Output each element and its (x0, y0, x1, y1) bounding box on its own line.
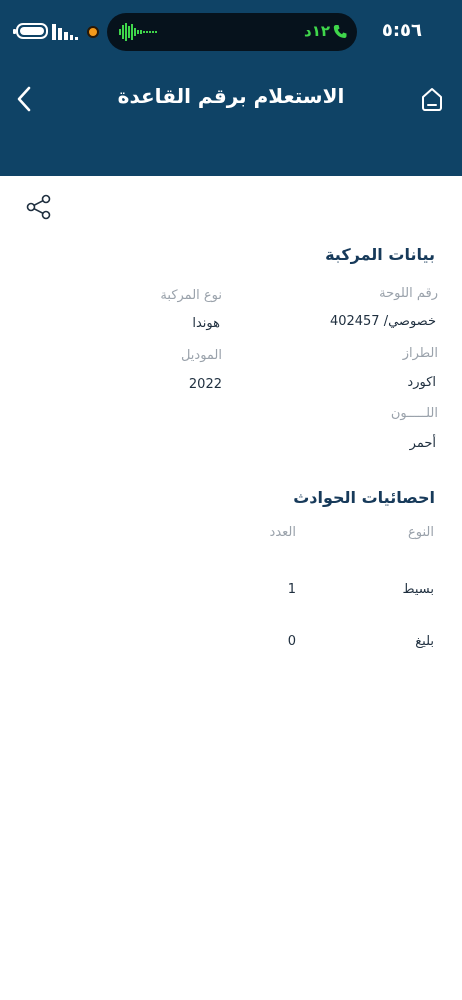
battery-icon (13, 23, 48, 39)
accidents-section-title: احصائيات الحوادث (293, 488, 435, 507)
accident-type-cell: بليغ (415, 634, 434, 649)
home-icon[interactable] (420, 86, 444, 112)
page-title: الاستعلام برقم القاعدة (117, 84, 345, 108)
color-value: أحمر (409, 436, 436, 451)
signal-icon (52, 24, 78, 40)
share-icon[interactable] (26, 194, 52, 220)
vehicle-type-value: هوندا (192, 316, 220, 331)
phone-icon (333, 24, 347, 38)
accident-count-cell: 0 (287, 634, 296, 649)
accident-count-header: العدد (269, 525, 296, 540)
status-bar: ١٢د ٥:٥٦ (0, 0, 462, 62)
call-status-pill[interactable]: ١٢د (107, 13, 357, 51)
color-label: اللـــــون (390, 406, 438, 421)
year-label: الموديل (180, 348, 222, 363)
accident-type-header: النوع (408, 525, 434, 540)
plate-value: خصوصي/ 402457 (329, 314, 436, 329)
status-time: ٥:٥٦ (381, 20, 422, 41)
accident-count-cell: 1 (287, 582, 296, 597)
model-label: الطراز (402, 346, 438, 361)
accident-type-cell: بسيط (402, 582, 434, 597)
recording-indicator-icon (87, 26, 99, 38)
call-timer: ١٢د (304, 22, 347, 40)
model-value: اكورد (407, 375, 436, 390)
vehicle-type-label: نوع المركبة (160, 288, 222, 303)
vehicle-section-title: بيانات المركبة (325, 245, 435, 264)
plate-label: رقم اللوحة (379, 286, 438, 301)
year-value: 2022 (188, 377, 222, 392)
call-duration: ١٢د (303, 22, 330, 40)
audio-wave-icon (119, 23, 157, 41)
